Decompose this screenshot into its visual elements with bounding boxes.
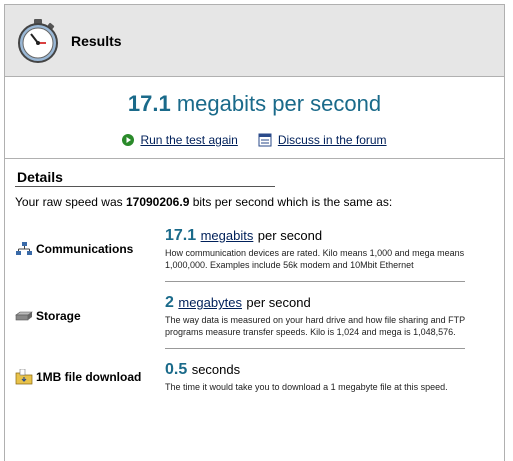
hard-drive-icon <box>15 311 33 321</box>
speed-result: 17.1 megabits per second <box>5 91 504 117</box>
speed-unit: megabits per second <box>176 91 382 116</box>
row-value: 0.5 <box>165 361 188 378</box>
row-value: 2 <box>165 294 174 311</box>
results-panel: Results 17.1 megabits per second Run the… <box>4 4 505 461</box>
forum-icon <box>258 133 272 147</box>
discuss-container: Discuss in the forum <box>258 133 387 147</box>
row-label: Storage <box>36 309 81 323</box>
results-header: Results <box>5 5 504 77</box>
network-icon <box>16 242 32 255</box>
raw-speed-value: 17090206.9 <box>125 195 190 209</box>
megabytes-link[interactable]: megabytes <box>178 295 242 310</box>
row-label: 1MB file download <box>36 370 142 384</box>
discuss-forum-link[interactable]: Discuss in the forum <box>278 133 387 147</box>
divider <box>165 348 465 349</box>
details-section: Details Your raw speed was 17090206.9 bi… <box>5 159 504 393</box>
detail-row-storage: Storage 2 megabytes per second The way d… <box>15 294 494 338</box>
run-again-container: Run the test again <box>122 133 238 147</box>
raw-speed-text: Your raw speed was 17090206.9 bits per s… <box>15 195 494 209</box>
row-value: 17.1 <box>165 227 197 244</box>
raw-speed-suffix: bits per second which is the same as: <box>192 195 393 209</box>
row-description: How communication devices are rated. Kil… <box>165 248 465 270</box>
stopwatch-icon <box>18 18 58 63</box>
page-title: Results <box>71 32 122 49</box>
speed-value: 17.1 <box>127 91 171 116</box>
detail-row-download: 1MB file download 0.5 seconds The time i… <box>15 361 494 393</box>
folder-download-icon <box>15 369 33 385</box>
megabits-link[interactable]: megabits <box>201 228 254 243</box>
play-icon <box>122 134 135 146</box>
row-unit: seconds <box>191 362 241 377</box>
raw-speed-prefix: Your raw speed was <box>15 195 123 209</box>
row-description: The way data is measured on your hard dr… <box>165 315 465 337</box>
row-unit: per second <box>257 228 323 243</box>
row-description: The time it would take you to download a… <box>165 382 448 392</box>
row-unit: per second <box>246 295 311 310</box>
row-label: Communications <box>36 242 134 256</box>
divider <box>165 281 465 282</box>
speed-summary: 17.1 megabits per second Run the test ag… <box>5 77 504 159</box>
detail-row-communications: Communications 17.1 megabits per second … <box>15 227 494 271</box>
run-again-link[interactable]: Run the test again <box>140 133 237 147</box>
details-heading: Details <box>15 169 275 187</box>
